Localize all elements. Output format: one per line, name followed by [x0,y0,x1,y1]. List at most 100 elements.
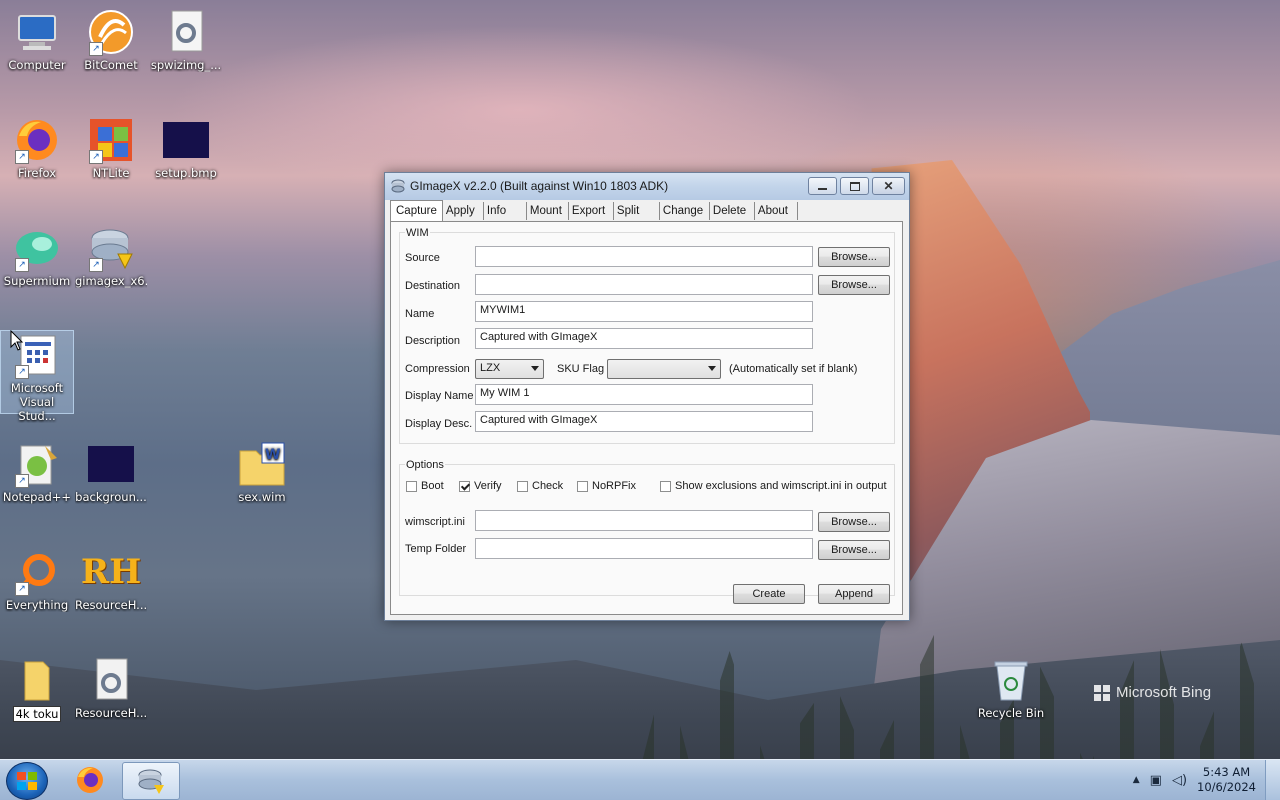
taskbar: ▲ ▣ ◁) 5:43 AM 10/6/2024 [0,759,1280,800]
display-name-label: Display Name [405,390,474,402]
supermium-icon: ↗ [13,224,61,272]
shortcut-arrow-icon: ↗ [15,365,29,379]
svg-text:W: W [265,447,280,463]
taskbar-gimagex-button[interactable] [122,762,180,800]
desktop-icon-sex-wim[interactable]: W sex.wim [226,440,298,504]
destination-input[interactable] [475,274,813,295]
wim-group-label: WIM [405,227,430,239]
desktop-icon-gimagex[interactable]: ↗ gimagex_x6... [75,224,147,288]
settings-file-icon [87,656,135,704]
compression-label: Compression [405,363,470,375]
source-browse-button[interactable]: Browse... [818,247,890,267]
windows-logo-icon [1094,684,1110,701]
mouse-cursor-icon [10,329,24,355]
recycle-bin-icon [987,656,1035,704]
append-button[interactable]: Append [818,584,890,604]
desktop-icon-bitcomet[interactable]: ↗ BitComet [75,8,147,72]
tab-about[interactable]: About [755,202,798,220]
tab-strip: Capture Apply Info Mount Export Split Ch… [390,200,798,222]
desktop-icon-supermium[interactable]: ↗ Supermium [1,224,73,288]
taskbar-firefox-button[interactable] [62,762,118,798]
desktop-icon-setup-bmp[interactable]: setup.bmp [150,116,222,180]
firefox-icon: ↗ [13,116,61,164]
sku-flag-select[interactable] [607,359,721,379]
start-button[interactable] [6,762,48,800]
temp-folder-browse-button[interactable]: Browse... [818,540,890,560]
folder-icon [13,656,61,704]
tab-delete[interactable]: Delete [710,202,755,220]
sku-flag-label: SKU Flag [557,363,605,375]
desktop-icon-firefox[interactable]: ↗ Firefox [1,116,73,180]
shortcut-arrow-icon: ↗ [15,258,29,272]
window-title: GImageX v2.2.0 (Built against Win10 1803… [410,179,669,193]
gimagex-icon [138,769,164,794]
name-input[interactable]: MYWIM1 [475,301,813,322]
desktop-icon-notepadpp[interactable]: ↗ Notepad++ [1,440,73,504]
source-input[interactable] [475,246,813,267]
show-desktop-button[interactable] [1265,760,1280,800]
source-label: Source [405,252,440,264]
wim-file-icon: W [238,440,286,488]
desktop-icon-resourcehacker-config[interactable]: ResourceH... [75,656,147,720]
verify-checkbox[interactable]: Verify [459,480,502,492]
notepadpp-icon: ↗ [13,440,61,488]
firefox-icon [77,767,103,793]
desktop-icon-resourcehacker[interactable]: RH ResourceH... [75,548,147,612]
desktop-icon-ntlite[interactable]: ↗ NTLite [75,116,147,180]
create-button[interactable]: Create [733,584,805,604]
temp-folder-input[interactable] [475,538,813,559]
gimagex-window: GImageX v2.2.0 (Built against Win10 1803… [384,172,910,621]
maximize-button[interactable] [840,177,869,195]
compression-select[interactable]: LZX [475,359,544,379]
capture-panel: WIM Source Browse... Destination Browse.… [390,221,903,615]
everything-icon: ↗ [13,548,61,596]
tab-apply[interactable]: Apply [443,202,484,220]
tab-export[interactable]: Export [569,202,614,220]
network-icon[interactable]: ▣ [1150,773,1162,788]
shortcut-arrow-icon: ↗ [15,582,29,596]
shortcut-arrow-icon: ↗ [89,258,103,272]
shortcut-arrow-icon: ↗ [15,150,29,164]
shortcut-arrow-icon: ↗ [15,474,29,488]
desktop-icon-spwizimg[interactable]: spwizimg_... [150,8,222,72]
desktop-icon-background[interactable]: backgroun... [75,440,147,504]
volume-icon[interactable]: ◁) [1172,773,1187,788]
maximize-icon [849,181,860,191]
desktop-icon-recycle-bin[interactable]: Recycle Bin [975,656,1047,720]
display-desc-input[interactable]: Captured with GImageX [475,411,813,432]
desktop-icon-folder-4k-toku[interactable]: 4k toku [1,656,73,725]
rename-field[interactable]: 4k toku [12,706,62,722]
chevron-down-icon [531,366,539,371]
bitcomet-icon: ↗ [87,8,135,56]
wimscript-input[interactable] [475,510,813,531]
close-icon: ✕ [883,179,894,193]
norpfix-checkbox[interactable]: NoRPFix [577,480,636,492]
tab-change[interactable]: Change [660,202,710,220]
boot-checkbox[interactable]: Boot [406,480,444,492]
tab-info[interactable]: Info [484,202,527,220]
tab-capture[interactable]: Capture [390,200,443,221]
desktop-icon-everything[interactable]: ↗ Everything [1,548,73,612]
sku-flag-hint: (Automatically set if blank) [729,363,858,375]
settings-file-icon [162,8,210,56]
minimize-button[interactable] [808,177,837,195]
show-exclusions-checkbox[interactable]: Show exclusions and wimscript.ini in out… [660,480,887,492]
wimscript-browse-button[interactable]: Browse... [818,512,890,532]
clock-time: 5:43 AM [1202,765,1251,779]
clock[interactable]: 5:43 AM 10/6/2024 [1197,765,1256,795]
image-file-icon [162,116,210,164]
check-checkbox[interactable]: Check [517,480,563,492]
destination-browse-button[interactable]: Browse... [818,275,890,295]
description-label: Description [405,335,461,347]
title-bar[interactable]: GImageX v2.2.0 (Built against Win10 1803… [385,173,909,200]
windows-logo-icon [17,772,37,790]
computer-icon [13,8,61,56]
resourcehacker-icon: RH [80,552,142,592]
tab-mount[interactable]: Mount [527,202,569,220]
close-button[interactable]: ✕ [872,177,905,195]
description-input[interactable]: Captured with GImageX [475,328,813,349]
show-hidden-icons-button[interactable]: ▲ [1133,775,1140,785]
tab-split[interactable]: Split [614,202,660,220]
display-name-input[interactable]: My WIM 1 [475,384,813,405]
desktop-icon-computer[interactable]: Computer [1,8,73,72]
